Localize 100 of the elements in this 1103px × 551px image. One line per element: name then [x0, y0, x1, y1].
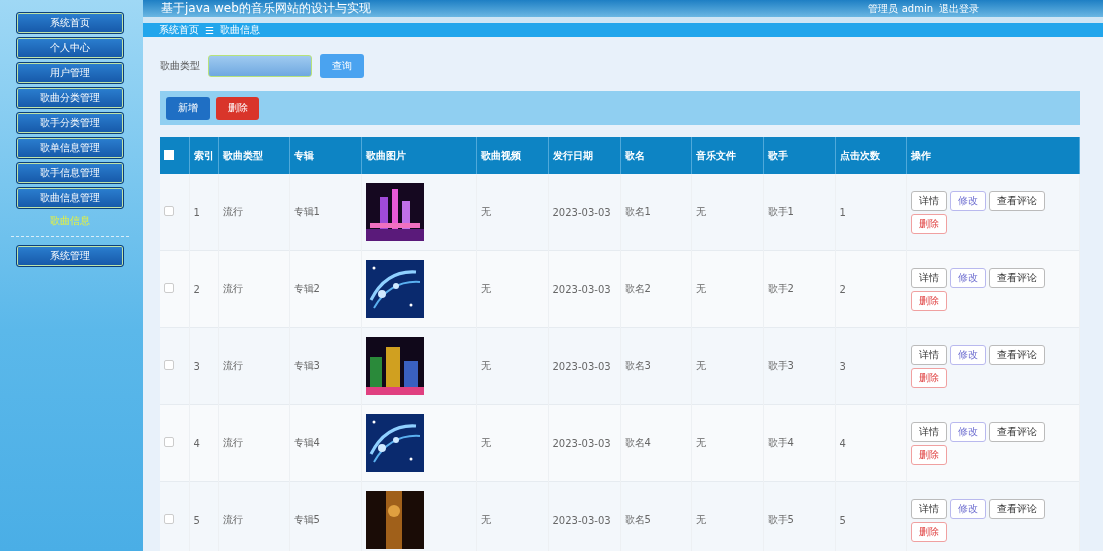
sidebar-item[interactable]: 系统首页	[16, 12, 124, 34]
action-button[interactable]: 详情	[910, 344, 947, 365]
row-checkbox[interactable]	[164, 437, 174, 447]
delete-button[interactable]: 删除	[910, 213, 947, 234]
table-cell: 流行	[218, 250, 289, 328]
column-header: 歌曲图片	[361, 137, 476, 174]
action-button[interactable]: 查看评论	[988, 498, 1045, 519]
site-title: 基于java web的音乐网站的设计与实现	[161, 0, 372, 17]
column-header: 歌手	[763, 137, 835, 174]
action-button[interactable]: 查看评论	[988, 421, 1045, 442]
table-cell: 无	[691, 481, 763, 551]
table-cell: 无	[691, 327, 763, 405]
edit-button[interactable]: 修改	[949, 498, 986, 519]
table-cell: 无	[476, 481, 548, 551]
column-header: 歌曲视频	[476, 137, 548, 174]
sidebar-item[interactable]: 个人中心	[16, 37, 124, 59]
table-cell: 2	[189, 250, 218, 328]
edit-button[interactable]: 修改	[949, 267, 986, 288]
logout-link[interactable]: 退出登录	[939, 1, 979, 16]
breadcrumb-separator: ☰	[205, 24, 214, 36]
table-cell: 3	[835, 327, 906, 405]
sidebar-item[interactable]: 歌曲信息管理	[16, 187, 124, 209]
table-cell: 1	[189, 174, 218, 251]
action-button[interactable]: 详情	[910, 267, 947, 288]
table-cell: 无	[476, 174, 548, 251]
user-label: 管理员 admin	[868, 1, 933, 16]
column-header: 音乐文件	[691, 137, 763, 174]
action-button[interactable]: 详情	[910, 498, 947, 519]
table-cell: 歌名1	[620, 174, 691, 251]
table-cell: 专辑1	[289, 174, 361, 251]
table-cell: 2023-03-03	[548, 404, 620, 482]
column-header: 歌曲类型	[218, 137, 289, 174]
breadcrumb-item[interactable]: 系统首页	[159, 23, 199, 37]
table-cell: 流行	[218, 481, 289, 551]
table-cell: 4	[835, 404, 906, 482]
row-checkbox[interactable]	[164, 283, 174, 293]
edit-button[interactable]: 修改	[949, 344, 986, 365]
action-button[interactable]: 详情	[910, 190, 947, 211]
table-cell: 无	[691, 250, 763, 328]
action-button[interactable]: 查看评论	[988, 267, 1045, 288]
table-cell: 3	[189, 327, 218, 405]
delete-button[interactable]: 删除	[910, 367, 947, 388]
table-cell: 歌名5	[620, 481, 691, 551]
table-cell: 歌手4	[763, 404, 835, 482]
action-button[interactable]: 查看评论	[988, 344, 1045, 365]
table-cell: 专辑5	[289, 481, 361, 551]
table-cell: 歌手3	[763, 327, 835, 405]
delete-button[interactable]: 删除	[910, 290, 947, 311]
column-header: 操作	[906, 137, 1080, 174]
column-header: 点击次数	[835, 137, 906, 174]
delete-button[interactable]: 删除	[216, 96, 259, 120]
table-cell: 5	[189, 481, 218, 551]
delete-button[interactable]: 删除	[910, 521, 947, 542]
row-checkbox[interactable]	[164, 206, 174, 216]
table-cell: 流行	[218, 174, 289, 251]
table-cell: 5	[835, 481, 906, 551]
table-cell: 专辑4	[289, 404, 361, 482]
search-button[interactable]: 查询	[320, 54, 364, 78]
table-cell: 2	[835, 250, 906, 328]
table-cell: 无	[691, 174, 763, 251]
table-cell: 歌名3	[620, 327, 691, 405]
sidebar-item[interactable]: 歌单信息管理	[16, 137, 124, 159]
sidebar-item[interactable]: 歌手分类管理	[16, 112, 124, 134]
table-cell: 无	[691, 404, 763, 482]
sidebar-item[interactable]: 用户管理	[16, 62, 124, 84]
table-cell: 1	[835, 174, 906, 251]
sidebar-item[interactable]: 系统管理	[16, 245, 124, 267]
type-select[interactable]	[208, 55, 312, 77]
delete-button[interactable]: 删除	[910, 444, 947, 465]
table-cell: 2023-03-03	[548, 250, 620, 328]
field-label: 歌曲类型	[160, 59, 200, 73]
add-button[interactable]: 新增	[166, 96, 210, 120]
column-header: 发行日期	[548, 137, 620, 174]
table-cell: 歌名2	[620, 250, 691, 328]
select-all-checkbox[interactable]	[164, 149, 174, 160]
table-cell: 歌手5	[763, 481, 835, 551]
table-cell: 歌名4	[620, 404, 691, 482]
action-button[interactable]: 详情	[910, 421, 947, 442]
sidebar-item[interactable]: 歌手信息管理	[16, 162, 124, 184]
action-button[interactable]: 查看评论	[988, 190, 1045, 211]
row-checkbox[interactable]	[164, 514, 174, 524]
table-cell: 专辑2	[289, 250, 361, 328]
table-cell: 流行	[218, 404, 289, 482]
table-cell: 无	[476, 404, 548, 482]
table-cell: 流行	[218, 327, 289, 405]
column-header: 歌名	[620, 137, 691, 174]
column-header: 索引	[189, 137, 218, 174]
row-checkbox[interactable]	[164, 360, 174, 370]
column-header: 专辑	[289, 137, 361, 174]
table-cell: 无	[476, 327, 548, 405]
table-cell: 4	[189, 404, 218, 482]
table-cell: 专辑3	[289, 327, 361, 405]
table-cell: 歌手2	[763, 250, 835, 328]
table-cell: 2023-03-03	[548, 481, 620, 551]
edit-button[interactable]: 修改	[949, 421, 986, 442]
edit-button[interactable]: 修改	[949, 190, 986, 211]
breadcrumb-item[interactable]: 歌曲信息	[219, 23, 260, 37]
table-cell: 无	[476, 250, 548, 328]
table-cell: 2023-03-03	[548, 327, 620, 405]
sidebar-item[interactable]: 歌曲分类管理	[16, 87, 124, 109]
